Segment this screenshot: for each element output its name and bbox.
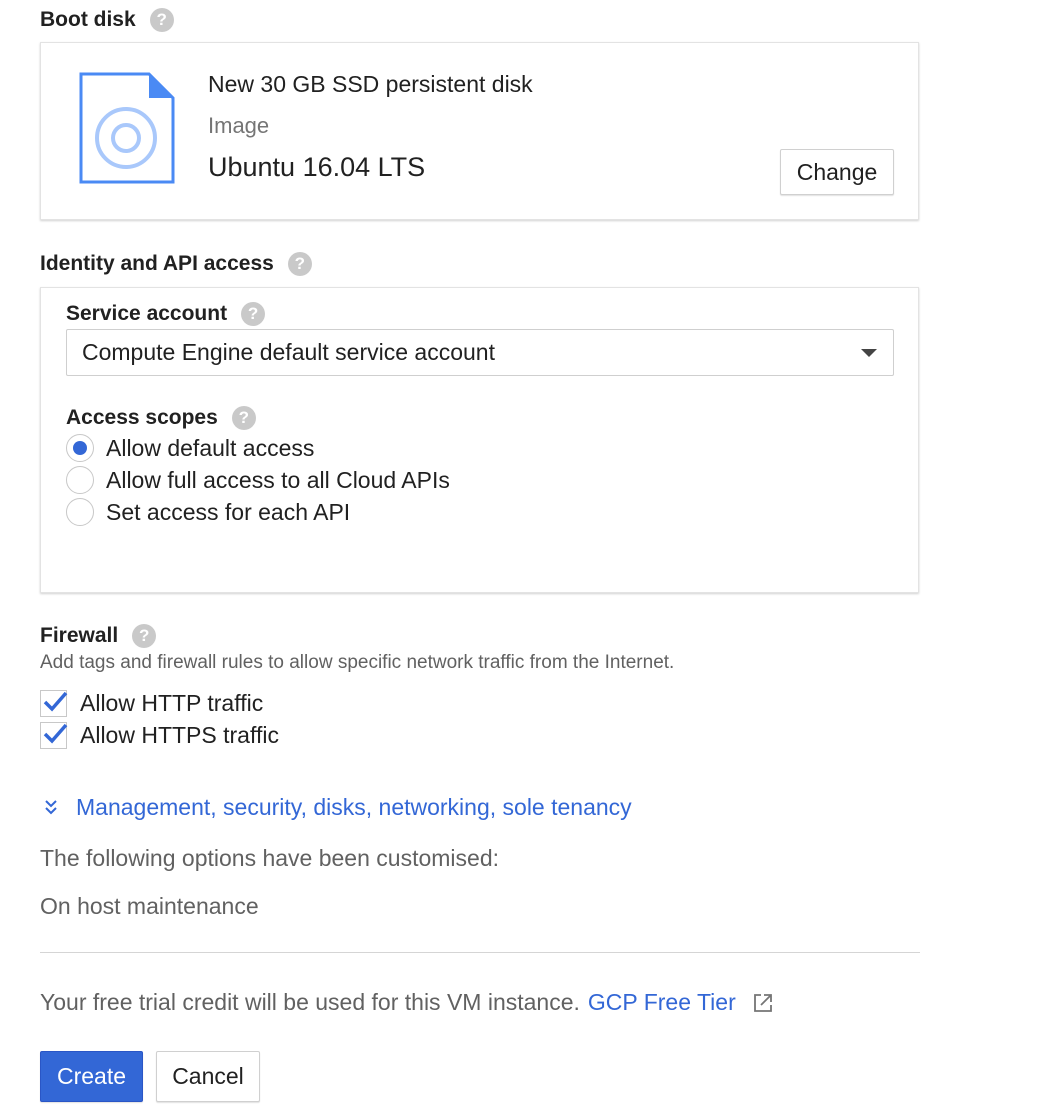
help-icon[interactable]: ? bbox=[149, 8, 174, 32]
service-account-value: Compute Engine default service account bbox=[82, 339, 495, 365]
firewall-description: Add tags and firewall rules to allow spe… bbox=[40, 652, 675, 673]
help-icon[interactable]: ? bbox=[231, 406, 256, 430]
change-button[interactable]: Change bbox=[780, 149, 894, 195]
advanced-options-link[interactable]: Management, security, disks, networking,… bbox=[40, 794, 632, 821]
checkbox-label: Allow HTTP traffic bbox=[80, 690, 264, 716]
customised-text: The following options have been customis… bbox=[40, 845, 500, 871]
checkmark-icon bbox=[43, 691, 68, 712]
external-link-icon[interactable] bbox=[752, 992, 774, 1014]
identity-heading: Identity and API access ? bbox=[40, 252, 312, 276]
identity-card: Service account ? Compute Engine default… bbox=[40, 287, 919, 593]
checkbox[interactable] bbox=[40, 690, 68, 717]
boot-disk-card: New 30 GB SSD persistent disk Image Ubun… bbox=[40, 42, 919, 220]
create-button[interactable]: Create bbox=[40, 1051, 143, 1102]
identity-title: Identity and API access bbox=[40, 252, 274, 275]
service-account-select[interactable]: Compute Engine default service account bbox=[66, 329, 894, 376]
gcp-free-tier-link[interactable]: GCP Free Tier bbox=[588, 989, 736, 1016]
radio-dot bbox=[73, 441, 87, 455]
free-trial-notice: Your free trial credit will be used for … bbox=[40, 989, 774, 1016]
access-scopes-label: Access scopes bbox=[66, 406, 218, 429]
trial-text: Your free trial credit will be used for … bbox=[40, 989, 580, 1015]
checkbox[interactable] bbox=[40, 722, 68, 749]
radio-button-selected[interactable] bbox=[66, 434, 94, 462]
checkbox-label: Allow HTTPS traffic bbox=[80, 722, 279, 748]
firewall-title: Firewall bbox=[40, 624, 119, 647]
radio-allow-full[interactable]: Allow full access to all Cloud APIs bbox=[66, 466, 450, 494]
cancel-button[interactable]: Cancel bbox=[156, 1051, 260, 1102]
service-account-label: Service account bbox=[66, 302, 228, 325]
help-icon[interactable]: ? bbox=[287, 252, 312, 276]
dropdown-caret-icon bbox=[861, 349, 877, 357]
radio-set-each[interactable]: Set access for each API bbox=[66, 498, 350, 526]
radio-label: Allow full access to all Cloud APIs bbox=[106, 466, 450, 493]
customised-item: On host maintenance bbox=[40, 893, 259, 919]
radio-button[interactable] bbox=[66, 498, 94, 526]
help-icon[interactable]: ? bbox=[241, 302, 266, 326]
image-label: Image bbox=[208, 113, 270, 138]
advanced-link-label: Management, security, disks, networking,… bbox=[76, 794, 632, 820]
boot-disk-heading: Boot disk ? bbox=[40, 8, 174, 32]
radio-label: Allow default access bbox=[106, 434, 315, 461]
divider bbox=[40, 952, 920, 953]
access-scopes-heading: Access scopes ? bbox=[66, 406, 256, 430]
disk-title: New 30 GB SSD persistent disk bbox=[208, 71, 533, 97]
image-name: Ubuntu 16.04 LTS bbox=[208, 152, 426, 182]
radio-label: Set access for each API bbox=[106, 498, 351, 525]
service-account-heading: Service account ? bbox=[66, 302, 266, 326]
disk-icon bbox=[79, 72, 175, 184]
checkbox-http[interactable]: Allow HTTP traffic bbox=[40, 690, 263, 717]
checkmark-icon bbox=[43, 723, 68, 744]
help-icon[interactable]: ? bbox=[132, 624, 157, 648]
boot-disk-title: Boot disk bbox=[40, 8, 136, 31]
chevron-expand-icon bbox=[45, 799, 57, 814]
firewall-heading: Firewall ? bbox=[40, 624, 157, 648]
checkbox-https[interactable]: Allow HTTPS traffic bbox=[40, 722, 279, 749]
radio-button[interactable] bbox=[66, 466, 94, 494]
radio-allow-default[interactable]: Allow default access bbox=[66, 434, 314, 462]
